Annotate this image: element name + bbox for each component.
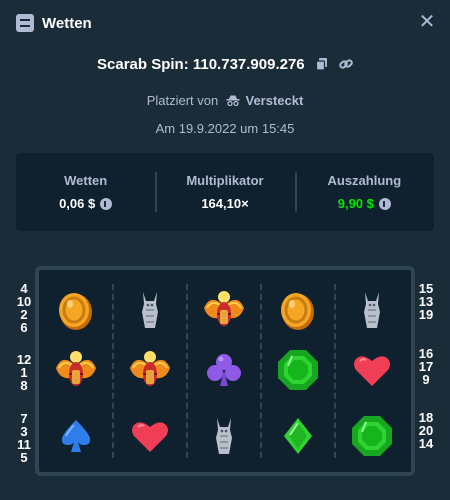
stat-multiplier: Multiplikator 164,10× [155,153,294,231]
payout-value: 9,90 $ [337,196,374,211]
stat-payout: Auszahlung 9,90 $ [294,153,434,231]
coin-symbol [276,288,320,332]
payline-number: 19 [418,307,434,322]
payline-numbers-right-bottom: 18 20 14 [416,411,436,450]
reel-divider [260,284,262,458]
bet-slip-icon [16,14,34,32]
placed-by: Platziert von Versteckt [0,93,450,108]
payline-numbers-left-bottom: 7 3 11 5 [14,412,34,464]
payline-numbers-left-mid: 12 1 8 [14,353,34,392]
payline-number: 5 [20,450,28,465]
emerald-symbol [350,414,394,458]
scarab-symbol [54,348,98,392]
payout-value-row: 9,90 $ [338,196,391,211]
multiplier-label: Multiplikator [186,173,264,188]
slot-board [35,266,415,476]
incognito-icon [222,93,246,108]
bet-id-row: Scarab Spin: 110.737.909.276 [0,56,450,75]
spade-symbol [54,414,98,458]
payline-number: 14 [418,436,434,451]
bet-date: Am 19.9.2022 um 15:45 [155,121,295,136]
reel-divider [334,284,336,458]
payout-label: Auszahlung [327,173,402,188]
payline-number: 9 [422,372,430,387]
wager-value-row: 0,06 $ [59,196,113,211]
modal-title: Wetten [42,14,92,32]
heart-symbol [350,348,394,392]
emerald-symbol [276,348,320,392]
scarab-symbol [202,288,246,332]
link-icon[interactable] [339,57,353,75]
reel-divider [112,284,114,458]
payline-numbers-right-mid: 16 17 9 [416,347,436,386]
close-icon[interactable]: ✕ [418,12,436,32]
modal-header: Wetten ✕ [0,0,450,46]
reel-divider [186,284,188,458]
payline-numbers-left-top: 4 10 2 6 [14,282,34,334]
payline-number: 8 [20,378,28,393]
scarab-symbol [128,348,172,392]
wager-label: Wetten [64,173,108,188]
stat-wager: Wetten 0,06 $ [16,153,155,231]
copy-icon[interactable] [315,57,329,75]
payline-numbers-right-top: 15 13 19 [416,282,436,321]
stats-panel: Wetten 0,06 $ Multiplikator 164,10× Ausz… [16,153,434,231]
club-symbol [202,348,246,392]
user-name[interactable]: Versteckt [245,93,303,108]
diamond-symbol [276,414,320,458]
heart-symbol [128,414,172,458]
wager-value: 0,06 $ [59,196,96,211]
multiplier-value: 164,10× [201,196,249,211]
anubis-symbol [350,288,394,332]
anubis-symbol [202,414,246,458]
litecoin-icon [378,197,391,210]
placed-by-prefix: Platziert von [146,93,219,108]
payline-number: 6 [20,320,28,335]
coin-symbol [54,288,98,332]
litecoin-icon [100,197,113,210]
bet-game-label: Scarab Spin: 110.737.909.276 [97,56,305,73]
anubis-symbol [128,288,172,332]
